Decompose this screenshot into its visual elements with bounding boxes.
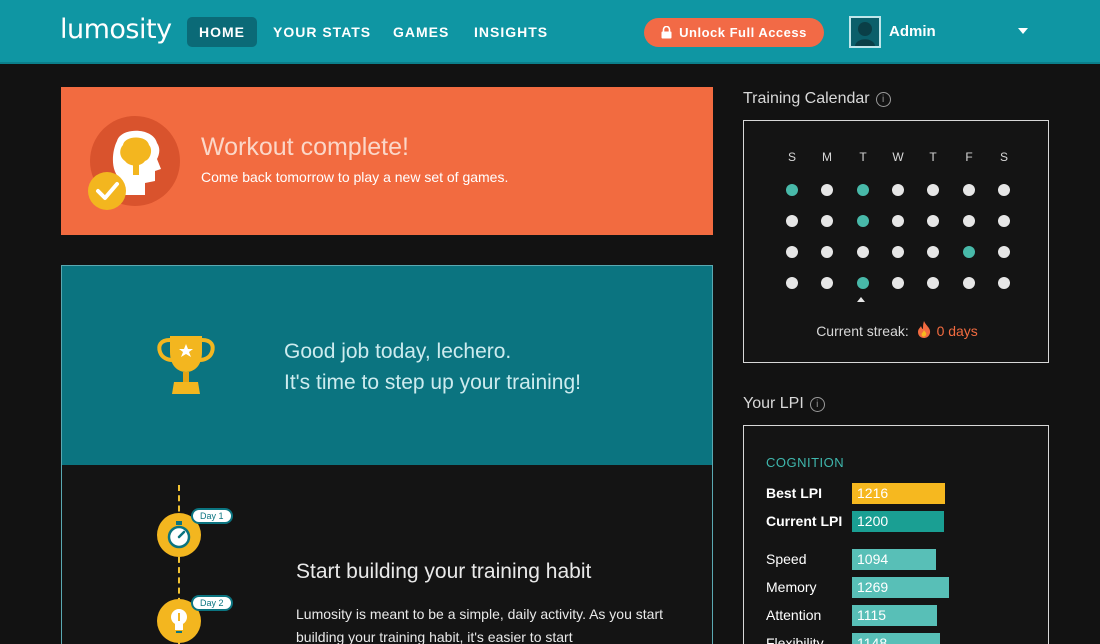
calendar-day-header: S [787,150,796,164]
workout-title: Workout complete! [201,133,409,161]
user-silhouette-icon [855,22,875,46]
calendar-day[interactable] [786,246,798,258]
lpi-bar: 1269 [852,577,949,598]
workout-complete-card: Workout complete! Come back tomorrow to … [61,87,713,235]
calendar-day[interactable] [998,184,1010,196]
lpi-bar: 1216 [852,483,945,504]
brain-head-check-icon [88,116,180,210]
user-menu-caret-icon[interactable] [1018,28,1028,34]
calendar-day-header: T [929,150,937,164]
good-job-message: Good job today, lechero. [284,340,512,363]
habit-description: Lumosity is meant to be a simple, daily … [296,606,664,644]
calendar-day-header: T [859,150,867,164]
calendar-day[interactable] [998,215,1010,227]
training-habit-section: Day 1 Day 2 Start building your training… [61,465,713,644]
nav-home[interactable]: HOME [187,17,257,47]
calendar-day-header: W [892,150,904,164]
calendar-day[interactable] [857,246,869,258]
calendar-day[interactable] [821,184,833,196]
habit-title: Start building your training habit [296,560,592,583]
trophy-icon [157,336,215,394]
info-icon[interactable]: i [809,396,825,412]
good-job-card: Good job today, lechero. It's time to st… [61,265,713,465]
lpi-label: Current LPI [766,513,843,529]
calendar-day[interactable] [998,246,1010,258]
calendar-day[interactable] [927,215,939,227]
calendar-day-completed[interactable] [857,215,869,227]
calendar-day[interactable] [963,277,975,289]
flame-icon [917,321,930,338]
day-1-tag: Day 1 [191,508,233,524]
unlock-button-label: Unlock Full Access [679,25,807,40]
user-name[interactable]: Admin [889,23,936,40]
lpi-bar: 1094 [852,549,936,570]
calendar-day-completed[interactable] [857,184,869,196]
streak-value: 0 days [936,323,978,339]
today-marker-icon [857,297,865,302]
nav-your-stats[interactable]: YOUR STATS [261,17,383,47]
unlock-full-access-button[interactable]: Unlock Full Access [644,18,824,47]
lpi-section-title: COGNITION [766,455,845,470]
calendar-day-completed[interactable] [857,277,869,289]
training-calendar-heading: Training Calendar i [743,90,891,108]
streak-label: Current streak: [816,323,909,339]
calendar-day[interactable] [892,277,904,289]
workout-subtitle: Come back tomorrow to play a new set of … [201,169,509,185]
current-streak: Current streak: 0 days [744,321,1050,339]
lpi-label: Best LPI [766,485,823,501]
calendar-day[interactable] [963,215,975,227]
your-lpi-heading: Your LPI i [743,395,825,413]
calendar-day-header: F [965,150,973,164]
calendar-day-header: M [822,150,832,164]
lumosity-logo[interactable]: lumosity [60,14,172,45]
lpi-label: Memory [766,579,817,595]
your-lpi-title: Your LPI [743,395,804,412]
calendar-day-completed[interactable] [963,246,975,258]
user-avatar[interactable] [849,16,881,48]
calendar-day[interactable] [927,184,939,196]
calendar-day-completed[interactable] [786,184,798,196]
training-calendar: Current streak: 0 days S M T W T F S [743,120,1049,363]
training-calendar-title: Training Calendar [743,90,870,107]
calendar-day[interactable] [998,277,1010,289]
calendar-day[interactable] [892,184,904,196]
calendar-day[interactable] [821,246,833,258]
calendar-day[interactable] [892,215,904,227]
calendar-day-header: S [999,150,1008,164]
lpi-label: Speed [766,551,807,567]
lpi-bar: 1200 [852,511,944,532]
lpi-label: Flexibility [766,635,824,644]
lightbulb-icon [171,609,187,633]
top-navigation-bar: lumosity HOME YOUR STATS GAMES INSIGHTS … [0,0,1100,64]
day-2-tag: Day 2 [191,595,233,611]
info-icon[interactable]: i [875,91,891,107]
step-up-message: It's time to step up your training! [284,371,581,394]
calendar-day[interactable] [892,246,904,258]
calendar-day[interactable] [963,184,975,196]
nav-insights[interactable]: INSIGHTS [462,17,560,47]
lpi-bar: 1148 [852,633,940,644]
calendar-day[interactable] [927,277,939,289]
calendar-day[interactable] [786,277,798,289]
lpi-bar: 1115 [852,605,937,626]
lpi-panel: COGNITION Best LPI 1216 Current LPI 1200 Spe… [743,425,1049,644]
stopwatch-icon [167,521,191,549]
nav-games[interactable]: GAMES [381,17,461,47]
calendar-day[interactable] [927,246,939,258]
lock-icon [661,26,672,39]
lpi-label: Attention [766,607,822,623]
calendar-day[interactable] [786,215,798,227]
calendar-day[interactable] [821,215,833,227]
calendar-day[interactable] [821,277,833,289]
